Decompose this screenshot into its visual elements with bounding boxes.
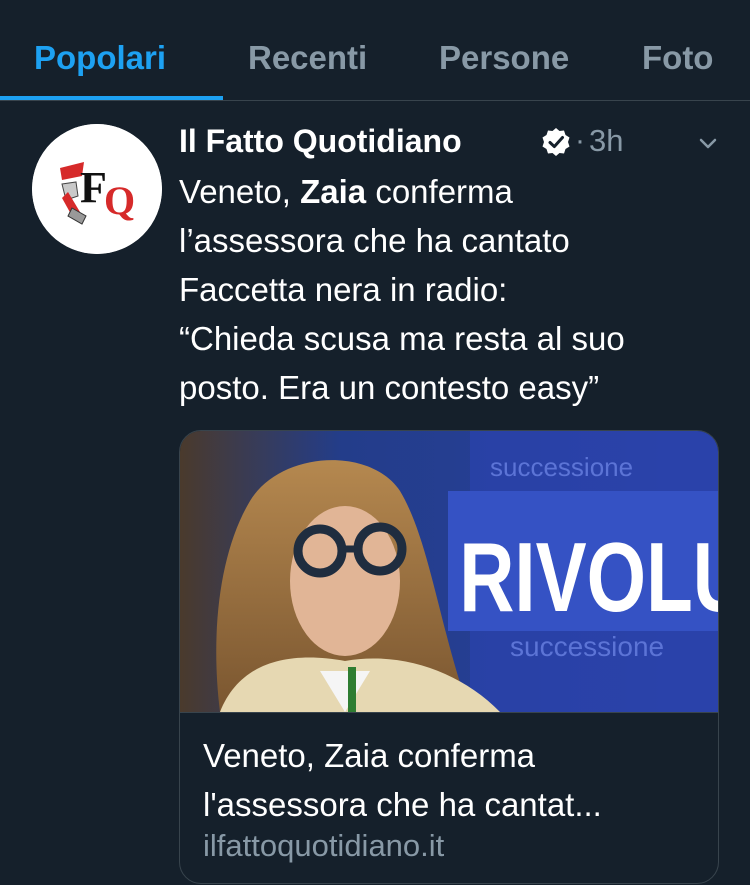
link-preview-card[interactable]: successione successione RIVOLU Veneto, Z… bbox=[179, 430, 719, 884]
svg-text:successione: successione bbox=[510, 631, 664, 662]
tweet-header: Il Fatto Quotidiano · 3h bbox=[179, 118, 739, 164]
active-tab-indicator bbox=[0, 96, 223, 100]
tab-recenti[interactable]: Recenti bbox=[248, 36, 367, 80]
header-separator: · bbox=[575, 124, 585, 157]
tweet-timestamp[interactable]: 3h bbox=[589, 118, 623, 164]
tweet-text-line: posto. Era un contesto easy” bbox=[179, 369, 600, 406]
link-preview-image: successione successione RIVOLU bbox=[180, 431, 718, 712]
avatar[interactable]: F Q bbox=[32, 124, 162, 254]
tab-foto[interactable]: Foto bbox=[642, 36, 713, 80]
card-divider bbox=[180, 712, 718, 713]
svg-text:RIVOLU: RIVOLU bbox=[459, 522, 718, 632]
card-title-line: l'assessora che ha cantat... bbox=[203, 786, 602, 823]
chevron-down-icon[interactable] bbox=[693, 128, 723, 158]
tab-popolari[interactable]: Popolari bbox=[34, 36, 166, 80]
tweet-text-line: l’assessora che ha cantato bbox=[179, 222, 570, 259]
link-preview-title: Veneto, Zaia conferma l'assessora che ha… bbox=[203, 731, 703, 829]
tweet-text-line: “Chieda scusa ma resta al suo bbox=[179, 320, 625, 357]
tweet-text-line: Veneto, Zaia conferma bbox=[179, 173, 513, 210]
svg-text:Q: Q bbox=[104, 178, 135, 223]
svg-text:F: F bbox=[80, 163, 107, 212]
tab-persone[interactable]: Persone bbox=[439, 36, 569, 80]
tweet-text: Veneto, Zaia conferma l’assessora che ha… bbox=[179, 167, 739, 412]
tweet-text-line: Faccetta nera in radio: bbox=[179, 271, 508, 308]
author-name[interactable]: Il Fatto Quotidiano bbox=[179, 118, 462, 164]
svg-text:successione: successione bbox=[490, 452, 633, 482]
card-title-line: Veneto, Zaia conferma bbox=[203, 737, 536, 774]
search-tabs: Popolari Recenti Persone Foto bbox=[0, 0, 750, 101]
il-fatto-quotidiano-logo: F Q bbox=[32, 124, 162, 254]
verified-badge-icon bbox=[542, 128, 570, 156]
highlighted-keyword: Zaia bbox=[300, 173, 367, 210]
link-preview-domain: ilfattoquotidiano.it bbox=[203, 828, 445, 863]
